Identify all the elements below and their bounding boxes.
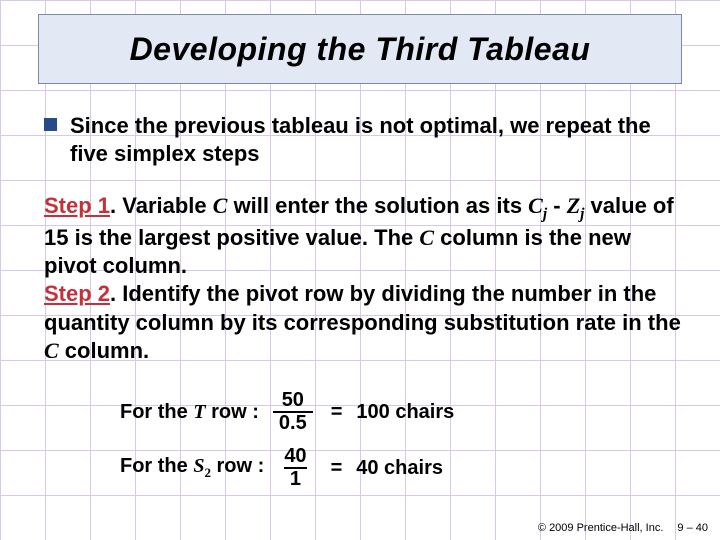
step1-mid1: will enter the solution as its — [227, 193, 528, 218]
math-row2-frac: 40 1 — [278, 446, 312, 490]
math-row1-prefix: For the — [120, 401, 193, 423]
bullet-block: Since the previous tableau is not optima… — [70, 112, 670, 167]
math-row1-res: 100 chairs — [356, 401, 454, 424]
step2-var: C — [44, 338, 59, 363]
footer: © 2009 Prentice-Hall, Inc. 9 – 40 — [538, 522, 708, 534]
math-row1-eq: = — [331, 401, 343, 424]
step1-var2: C — [419, 225, 434, 250]
step2-tail: column. — [59, 338, 149, 363]
slide-title: Developing the Third Tableau — [130, 31, 591, 68]
bullet-text: Since the previous tableau is not optima… — [70, 112, 670, 167]
math-row1-frac: 50 0.5 — [273, 390, 313, 434]
math-row2-label: For the S2 row : — [120, 455, 264, 481]
bullet-emph: not optimal — [379, 113, 498, 138]
math-row1-num: 50 — [276, 390, 310, 411]
slide: Developing the Third Tableau Since the p… — [0, 0, 720, 540]
step1-sep: . Variable — [110, 193, 213, 218]
step2-label: Step 2 — [44, 281, 110, 306]
math-row1-label: For the T row : — [120, 401, 259, 424]
math-row2-prefix: For the — [120, 455, 193, 477]
math-row1-sym: T — [193, 401, 205, 423]
math-row2-num: 40 — [278, 446, 312, 467]
math-row1-suffix: row : — [206, 401, 259, 423]
math-row2-res: 40 chairs — [356, 457, 443, 480]
bullet-pre: Since the previous tableau is — [70, 113, 379, 138]
title-box: Developing the Third Tableau — [38, 14, 682, 84]
math-row1-den: 0.5 — [273, 411, 313, 434]
math-row2-suffix: row : — [211, 455, 264, 477]
math-row-2: For the S2 row : 40 1 = 40 chairs — [120, 446, 600, 490]
step2-sep: . Identify the pivot row by dividing the… — [44, 281, 681, 334]
step1-label: Step 1 — [44, 193, 110, 218]
math-block: For the T row : 50 0.5 = 100 chairs For … — [120, 390, 600, 502]
math-row2-den: 1 — [284, 467, 307, 490]
step1-dash: - — [547, 193, 567, 218]
steps-block: Step 1. Variable C will enter the soluti… — [44, 192, 684, 365]
math-row2-sym: S — [193, 455, 204, 477]
step1-zj-z: Z — [567, 193, 580, 218]
bullet-icon — [44, 118, 57, 131]
step1-cj-c: C — [528, 193, 543, 218]
math-row2-eq: = — [331, 457, 343, 480]
copyright-text: © 2009 Prentice-Hall, Inc. — [538, 522, 664, 534]
math-row-1: For the T row : 50 0.5 = 100 chairs — [120, 390, 600, 434]
page-number: 9 – 40 — [677, 522, 708, 534]
step1-var1: C — [213, 193, 228, 218]
